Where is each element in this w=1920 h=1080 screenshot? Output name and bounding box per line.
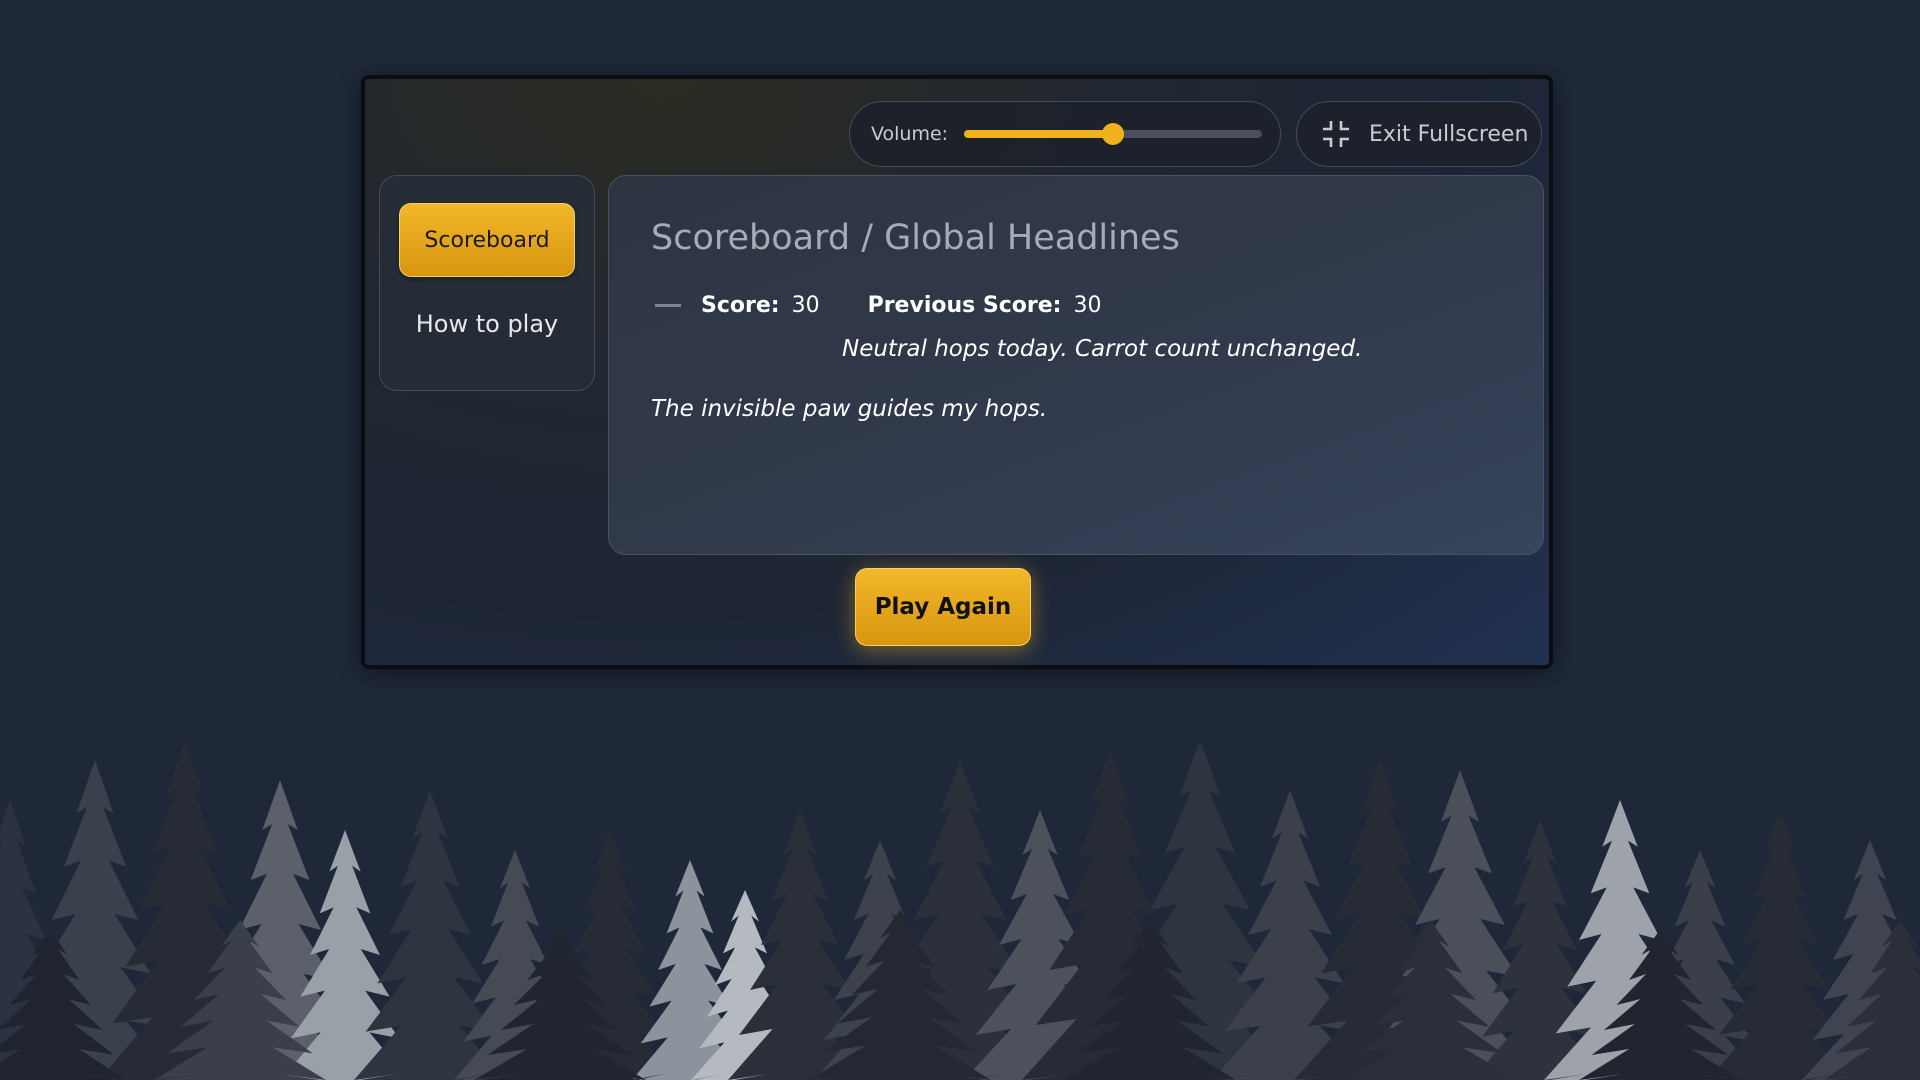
exit-fullscreen-label: Exit Fullscreen [1369, 121, 1529, 147]
score-value: 30 [791, 292, 820, 318]
snowy-forest-background [0, 740, 1920, 1080]
previous-score-value: 30 [1073, 292, 1102, 318]
tab-how-to-play[interactable]: How to play [399, 300, 575, 348]
play-again-button[interactable]: Play Again [855, 568, 1031, 646]
volume-label: Volume: [871, 123, 949, 145]
score-row: Score: 30 Previous Score: 30 [655, 290, 1101, 320]
tab-scoreboard[interactable]: Scoreboard [399, 203, 575, 277]
previous-score-label: Previous Score: [867, 292, 1062, 318]
headline-text: Neutral hops today. Carrot count unchang… [842, 336, 1363, 362]
panel-title: Scoreboard / Global Headlines [651, 218, 1180, 258]
sidebar-menu: Scoreboard How to play [379, 175, 595, 391]
scoreboard-panel: Scoreboard / Global Headlines Score: 30 … [608, 175, 1544, 555]
game-scene: Volume: Exit Fullscreen Scoreboard How t… [0, 0, 1920, 1080]
exit-fullscreen-icon [1323, 121, 1349, 147]
quote-text: The invisible paw guides my hops. [651, 396, 1048, 422]
game-window: Volume: Exit Fullscreen Scoreboard How t… [361, 75, 1553, 669]
volume-slider-fill [964, 130, 1113, 138]
volume-slider[interactable] [964, 123, 1262, 145]
volume-slider-thumb[interactable] [1102, 123, 1124, 145]
score-label: Score: [701, 292, 780, 318]
volume-control: Volume: [849, 101, 1281, 167]
exit-fullscreen-button[interactable]: Exit Fullscreen [1296, 101, 1542, 167]
neutral-trend-icon [655, 303, 681, 307]
pine-tree-22 [1708, 810, 1852, 1080]
